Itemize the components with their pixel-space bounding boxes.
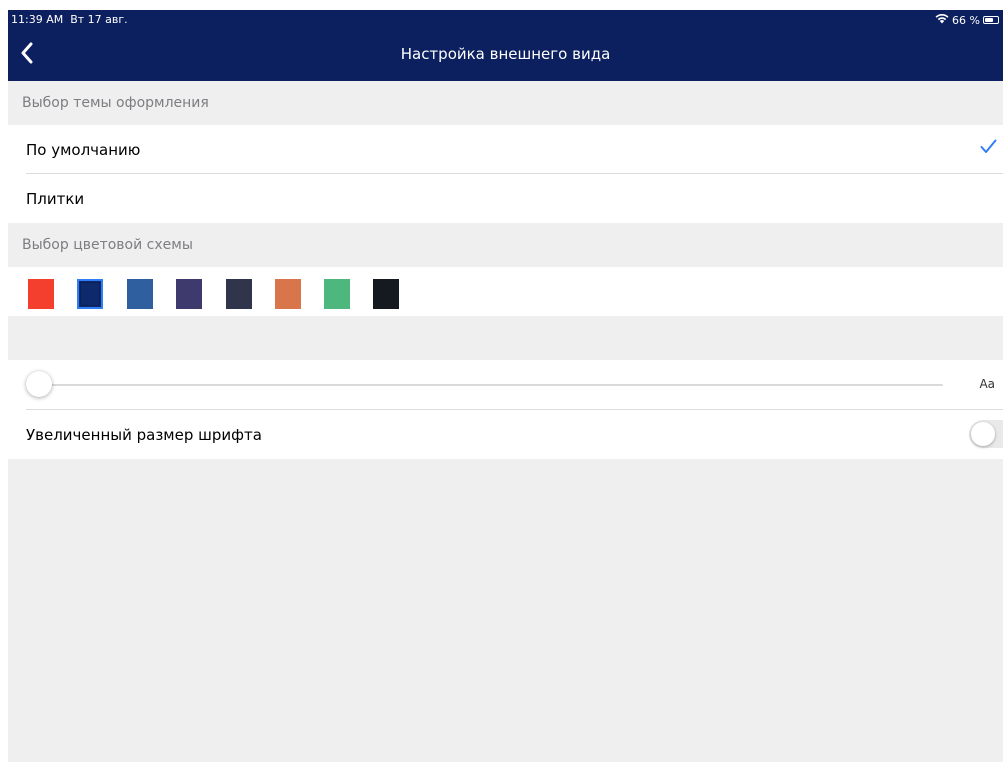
theme-option-tiles[interactable]: Плитки: [8, 174, 1003, 223]
battery-percent: 66 %: [952, 13, 980, 27]
status-time: 11:39 AM Вт 17 авг.: [11, 13, 128, 26]
theme-option-default[interactable]: По умолчанию: [8, 125, 1003, 174]
status-date-text: Вт 17 авг.: [70, 13, 128, 26]
theme-option-label: Плитки: [26, 189, 85, 208]
font-size-slider-thumb[interactable]: [26, 371, 52, 397]
large-font-row: Увеличенный размер шрифта: [8, 410, 1003, 459]
theme-section-header: Выбор темы оформления: [8, 81, 1003, 125]
color-section-header: Выбор цветовой схемы: [8, 223, 1003, 267]
large-font-toggle[interactable]: [969, 420, 1003, 448]
font-size-slider-track[interactable]: [38, 384, 943, 386]
page-title: Настройка внешнего вида: [400, 45, 611, 63]
color-swatch-navy[interactable]: [77, 279, 103, 309]
checkmark-icon: [980, 139, 997, 158]
status-time-text: 11:39 AM: [11, 13, 64, 26]
toggle-knob: [971, 422, 995, 446]
color-swatch-red[interactable]: [28, 279, 54, 309]
color-swatch-row: [8, 267, 1003, 316]
app-frame: 11:39 AM Вт 17 авг. 66 % Настройка внешн…: [8, 10, 1003, 762]
color-swatch-black[interactable]: [373, 279, 399, 309]
status-indicators: 66 %: [935, 13, 999, 27]
color-swatch-purple[interactable]: [176, 279, 202, 309]
font-size-label: Aa: [979, 377, 995, 391]
large-font-label: Увеличенный размер шрифта: [26, 425, 262, 444]
color-swatch-dark-slate[interactable]: [226, 279, 252, 309]
battery-fill: [985, 18, 993, 22]
battery-icon: [983, 16, 999, 24]
theme-option-label: По умолчанию: [26, 140, 141, 159]
font-size-slider-row: Aa: [8, 360, 1003, 410]
navigation-bar: 11:39 AM Вт 17 авг. 66 % Настройка внешн…: [8, 10, 1003, 81]
color-swatch-blue[interactable]: [127, 279, 153, 309]
color-swatch-orange[interactable]: [275, 279, 301, 309]
wifi-icon: [935, 13, 949, 27]
color-swatch-green[interactable]: [324, 279, 350, 309]
